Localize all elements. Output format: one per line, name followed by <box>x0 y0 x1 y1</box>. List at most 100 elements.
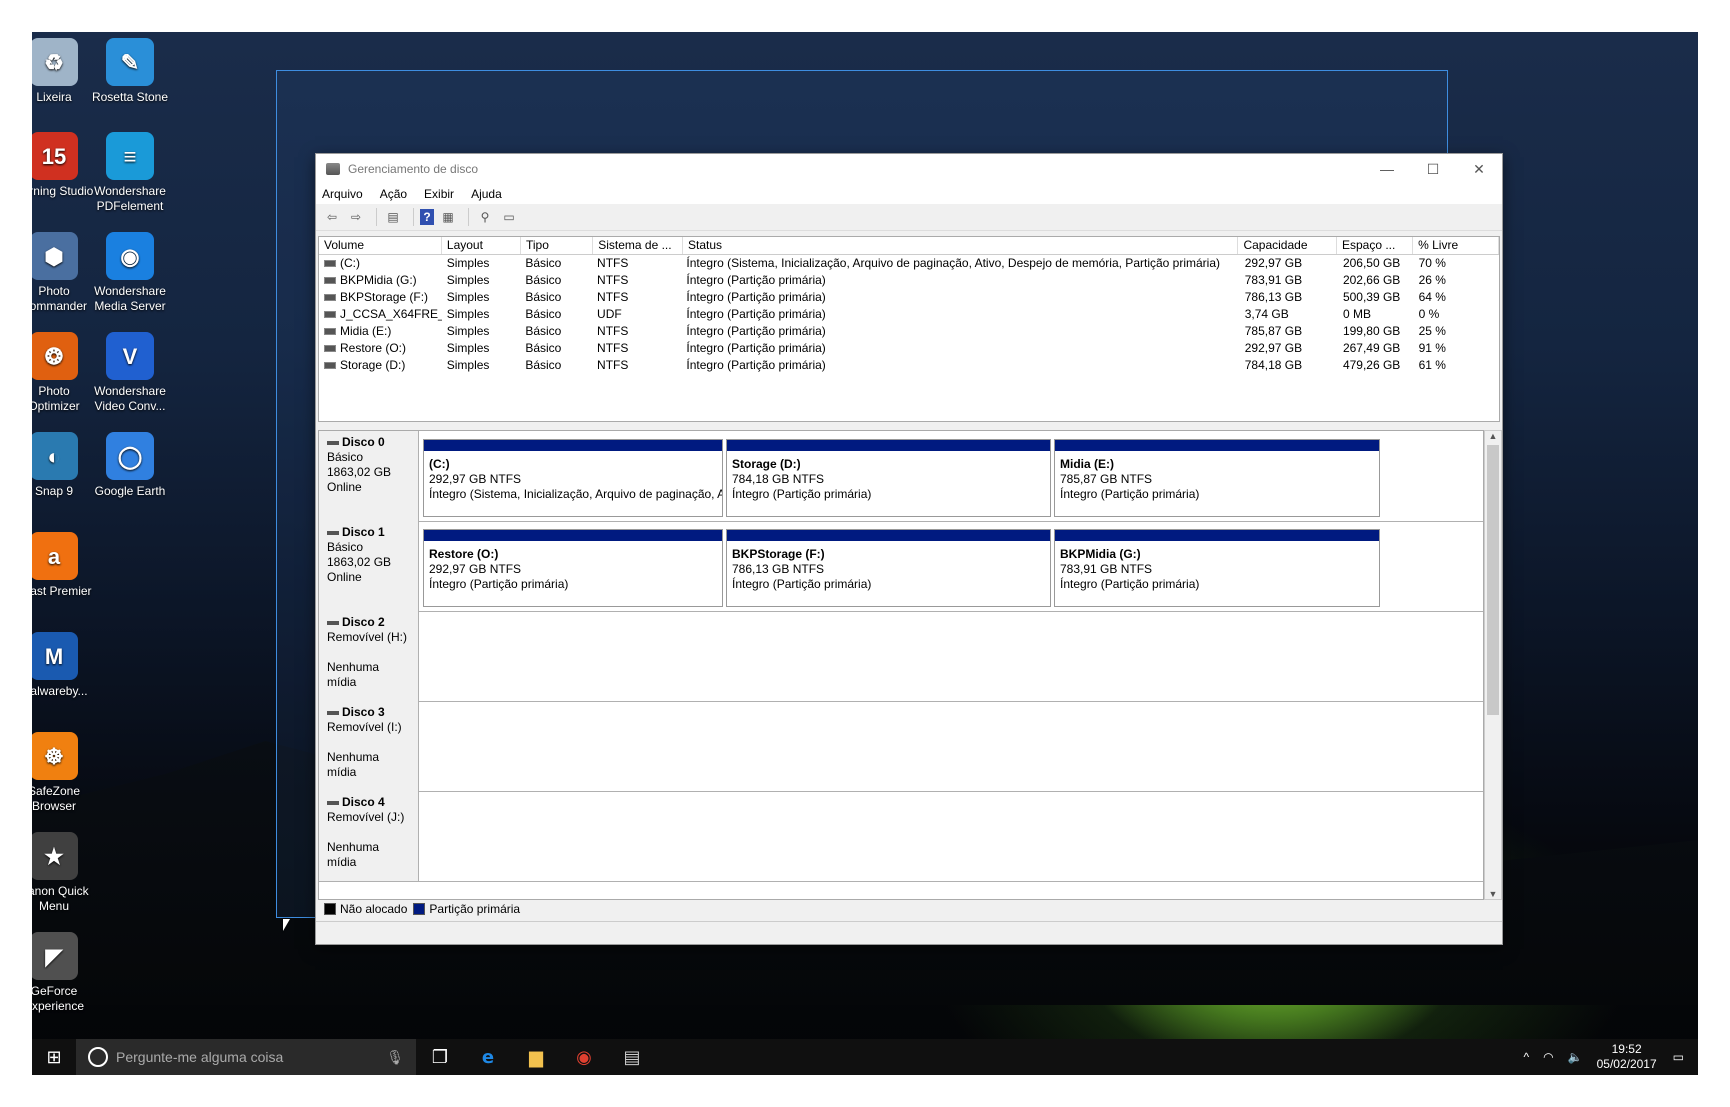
forward-arrow-icon[interactable]: ⇨ <box>346 208 366 226</box>
col-tipo[interactable]: Tipo <box>521 237 594 254</box>
volume-cell-text: 0 % <box>1418 307 1440 321</box>
partition-color-bar <box>424 530 722 541</box>
col-livre[interactable]: % Livre <box>1413 237 1500 254</box>
rosetta-stone-icon: ✎ <box>106 38 154 86</box>
disk-type: Removível (J:) <box>327 810 410 825</box>
partition-strip: (C:) 292,97 GB NTFS Íntegro (Sistema, Inic… <box>423 439 1479 517</box>
windows-start-icon[interactable]: ⊞ <box>32 1039 76 1075</box>
volume-cell-text: 292,97 GB <box>1244 256 1303 270</box>
col-volume[interactable]: Volume <box>319 237 442 254</box>
volume-drive-icon <box>324 260 336 268</box>
menu-arquivo[interactable]: Arquivo <box>322 187 363 201</box>
scrollbar-thumb[interactable] <box>1487 445 1499 715</box>
menu-ajuda[interactable]: Ajuda <box>471 187 502 201</box>
desktop-icon[interactable]: ◉ Wondershare Media Server <box>90 232 170 314</box>
desktop-icon[interactable]: ◯ Google Earth <box>90 432 170 499</box>
volume-row[interactable]: Midia (E:) Simples Básico NTFS Íntegro (Part… <box>319 323 1499 340</box>
partition-block[interactable]: (C:) 292,97 GB NTFS Íntegro (Sistema, Inic… <box>423 439 723 517</box>
disk-drive-icon <box>327 620 339 625</box>
partition-status: Íntegro (Partição primária) <box>1060 487 1200 501</box>
console-tree-icon[interactable]: ▤ <box>383 208 403 226</box>
disk-name: Disco 4 <box>327 795 410 810</box>
volume-cell-text: 199,80 GB <box>1342 324 1401 338</box>
partition-block[interactable]: BKPMidia (G:) 783,91 GB NTFS Íntegro (Part… <box>1054 529 1380 607</box>
title-bar[interactable]: Gerenciamento de disco — ☐ ✕ <box>316 154 1502 184</box>
col-capacidade[interactable]: Capacidade <box>1238 237 1337 254</box>
volume-cell: Íntegro (Partição primária) <box>681 340 1239 357</box>
edge-icon[interactable]: e <box>464 1039 512 1075</box>
help-icon[interactable]: ? <box>420 209 434 225</box>
volume-cell: NTFS <box>592 323 681 340</box>
volume-row[interactable]: BKPStorage (F:) Simples Básico NTFS Íntegro … <box>319 289 1499 306</box>
menu-exibir[interactable]: Exibir <box>424 187 454 201</box>
scroll-down-icon[interactable]: ▼ <box>1485 889 1501 899</box>
disk-label[interactable]: Disco 1 Básico 1863,02 GB Online <box>319 521 419 611</box>
disk-label[interactable]: Disco 3 Removível (I:) Nenhuma mídia <box>319 701 419 791</box>
desktop-icon[interactable]: ◤ GeForce Experience <box>32 932 94 1014</box>
menu-acao[interactable]: Ação <box>380 187 407 201</box>
volume-row[interactable]: BKPMidia (G:) Simples Básico NTFS Íntegro (P… <box>319 272 1499 289</box>
disk-label[interactable]: Disco 2 Removível (H:) Nenhuma mídia <box>319 611 419 701</box>
desktop-icon[interactable]: ☸ SafeZone Browser <box>32 732 94 814</box>
desktop-icon[interactable]: 15 Burning Studio <box>32 132 94 199</box>
clock-date: 05/02/2017 <box>1596 1057 1657 1071</box>
desktop-icon[interactable]: ◐ Snap 9 <box>32 432 94 499</box>
properties-icon[interactable]: ▦ <box>438 208 458 226</box>
disk-label[interactable]: Disco 4 Removível (J:) Nenhuma mídia <box>319 791 419 881</box>
disk-label[interactable]: Disco 0 Básico 1863,02 GB Online <box>319 431 419 521</box>
system-tray: ^ ◠ 🔈 19:52 05/02/2017 ▭ <box>1524 1042 1698 1072</box>
desktop-icon[interactable]: ≡ Wondershare PDFelement <box>90 132 170 214</box>
col-layout[interactable]: Layout <box>442 237 521 254</box>
chrome-icon[interactable]: ◉ <box>560 1039 608 1075</box>
volume-cell-text: 70 % <box>1418 256 1446 270</box>
volume-row[interactable]: Restore (O:) Simples Básico NTFS Íntegro (Pa… <box>319 340 1499 357</box>
volume-row[interactable]: J_CCSA_X64FRE_P... Simples Básico UDF Íntegr… <box>319 306 1499 323</box>
file-explorer-icon[interactable]: ▆ <box>512 1039 560 1075</box>
partition-block[interactable]: Storage (D:) 784,18 GB NTFS Íntegro (Parti… <box>726 439 1051 517</box>
disk-management-taskbar-icon[interactable]: ▤ <box>608 1039 656 1075</box>
partition-block[interactable]: Restore (O:) 292,97 GB NTFS Íntegro (Parti… <box>423 529 723 607</box>
col-espaco[interactable]: Espaço ... <box>1337 237 1414 254</box>
volume-cell: BKPStorage (F:) <box>319 289 442 306</box>
volume-cell: 479,26 GB <box>1338 357 1414 374</box>
close-button[interactable]: ✕ <box>1456 154 1502 184</box>
volume-drive-icon <box>324 294 336 302</box>
desktop-icon[interactable]: a Avast Premier <box>32 532 94 599</box>
desktop-icon[interactable]: M Malwareby... <box>32 632 94 699</box>
desktop-icon[interactable]: ❂ Photo Optimizer <box>32 332 94 414</box>
partition-block[interactable]: Midia (E:) 785,87 GB NTFS Íntegro (Partiçã… <box>1054 439 1380 517</box>
desktop-icon-label: Google Earth <box>94 484 166 498</box>
maximize-button[interactable]: ☐ <box>1410 154 1456 184</box>
desktop-icon[interactable]: ⬢ Photo Commander <box>32 232 94 314</box>
desktop-icon[interactable]: ✎ Rosetta Stone <box>90 38 170 105</box>
volume-icon[interactable]: 🔈 <box>1568 1050 1583 1064</box>
show-hidden-icons-icon[interactable]: ^ <box>1524 1050 1530 1064</box>
volume-row[interactable]: Storage (D:) Simples Básico NTFS Íntegro (Pa… <box>319 357 1499 374</box>
scroll-up-icon[interactable]: ▲ <box>1485 431 1501 441</box>
volume-cell-text: Básico <box>525 324 562 338</box>
col-sistema[interactable]: Sistema de ... <box>593 237 683 254</box>
partition-color-bar <box>727 530 1050 541</box>
desktop-icon[interactable]: ★ Canon Quick Menu <box>32 832 94 914</box>
partition-block[interactable]: BKPStorage (F:) 786,13 GB NTFS Íntegro (Pa… <box>726 529 1051 607</box>
col-status[interactable]: Status <box>683 237 1239 254</box>
volume-row[interactable]: (C:) Simples Básico NTFS Íntegro (Sistema, I… <box>319 255 1499 272</box>
volume-cell: 500,39 GB <box>1338 289 1414 306</box>
disk-type: Removível (I:) <box>327 720 410 735</box>
microphone-icon[interactable]: 🎙 <box>386 1049 404 1066</box>
cortana-search-box[interactable]: Pergunte-me alguma coisa 🎙 <box>76 1039 416 1075</box>
graph-scrollbar[interactable]: ▲ ▼ <box>1484 430 1502 900</box>
action-center-icon[interactable]: ▭ <box>1673 1050 1684 1064</box>
back-arrow-icon[interactable]: ⇦ <box>322 208 342 226</box>
clock[interactable]: 19:52 05/02/2017 <box>1597 1042 1657 1072</box>
wifi-icon[interactable]: ◠ <box>1543 1050 1553 1064</box>
desktop-icon[interactable]: ♻ Lixeira <box>32 38 94 105</box>
volume-cell-text: Básico <box>525 307 562 321</box>
view-icon[interactable]: ▭ <box>499 208 519 226</box>
volume-cell-text: 25 % <box>1418 324 1446 338</box>
task-view-icon[interactable]: ❐ <box>416 1039 464 1075</box>
desktop: ♻ Lixeira ✎ Rosetta Stone 15 Burning Studio ≡ W… <box>32 32 1698 1075</box>
desktop-icon[interactable]: V Wondershare Video Conv... <box>90 332 170 414</box>
minimize-button[interactable]: — <box>1364 154 1410 184</box>
rescan-icon[interactable]: ⚲ <box>475 208 495 226</box>
